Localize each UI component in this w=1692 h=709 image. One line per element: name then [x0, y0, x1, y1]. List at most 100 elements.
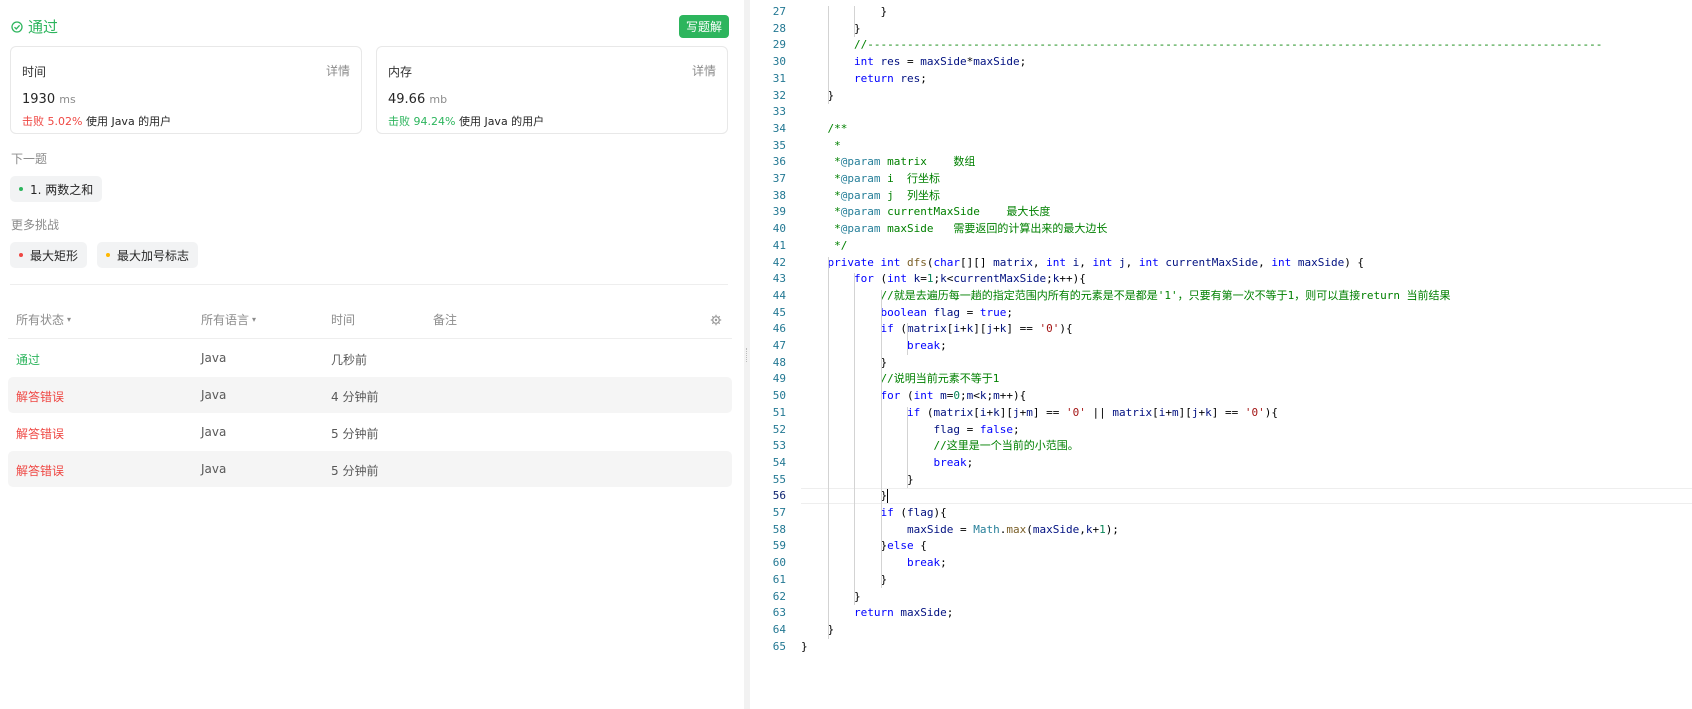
row-time: 4 分钟前 — [331, 390, 379, 404]
code-line[interactable]: boolean flag = true; — [801, 305, 1012, 322]
code-line[interactable]: break; — [801, 338, 947, 355]
chevron-down-icon: ▾ — [252, 315, 257, 324]
more-challenges-label: 更多挑战 — [11, 218, 60, 232]
row-time: 5 分钟前 — [331, 427, 379, 441]
code-line[interactable]: */ — [801, 238, 847, 255]
line-number: 58 — [772, 522, 786, 536]
runtime-title: 时间 — [22, 65, 47, 79]
code-line[interactable]: //--------------------------------------… — [801, 37, 1602, 54]
line-number: 51 — [772, 405, 786, 419]
line-number: 35 — [772, 138, 786, 152]
line-number: 31 — [772, 71, 786, 85]
line-number: 56 — [772, 489, 786, 503]
line-number: 28 — [772, 21, 786, 35]
gear-icon[interactable] — [710, 314, 722, 326]
code-line[interactable]: int res = maxSide*maxSide; — [801, 54, 1026, 71]
code-editor[interactable]: 27 } 28 } 29 //---------------------------… — [750, 0, 1692, 709]
code-line[interactable]: } — [801, 472, 914, 489]
line-number: 59 — [772, 539, 786, 553]
code-line[interactable]: *@param currentMaxSide 最大长度 — [801, 204, 1050, 221]
memory-value: 49.66 mb — [388, 92, 448, 107]
code-line[interactable]: for (int m=0;m<k;m++){ — [801, 388, 1026, 405]
code-line[interactable]: if (flag){ — [801, 505, 946, 522]
next-problem-chip[interactable]: 1. 两数之和 — [10, 176, 103, 202]
code-line[interactable]: //就是去遍历每一趟的指定范围内所有的元素是不是都是'1'，只要有第一次不等于1… — [801, 288, 1450, 305]
code-line[interactable]: } — [801, 639, 808, 656]
code-line[interactable]: return maxSide; — [801, 605, 953, 622]
memory-detail-link[interactable]: 详情 — [692, 62, 716, 79]
line-number: 44 — [772, 288, 786, 302]
code-line[interactable]: *@param maxSide 需要返回的计算出来的最大边长 — [801, 221, 1107, 238]
line-number: 55 — [772, 472, 786, 486]
next-problem-label: 下一题 — [11, 152, 48, 166]
code-line[interactable]: for (int k=1;k<currentMaxSide;k++){ — [801, 271, 1086, 288]
code-line[interactable]: } — [801, 488, 887, 505]
write-solution-button[interactable]: 写题解 — [679, 15, 730, 38]
challenge-chip[interactable]: 最大加号标志 — [97, 242, 199, 268]
runtime-detail-link[interactable]: 详情 — [326, 62, 350, 79]
code-line[interactable]: private int dfs(char[][] matrix, int i, … — [801, 255, 1365, 272]
row-language: Java — [201, 351, 227, 365]
runtime-card: 时间 详情 1930 ms 击败 5.02% 使用 Java 的用户 — [10, 46, 362, 134]
indent-guide — [907, 323, 909, 355]
code-line[interactable]: if (matrix[i+k][j+k] == '0'){ — [801, 321, 1072, 338]
language-filter[interactable]: 所有语言 ▾ — [201, 311, 256, 328]
code-line[interactable]: } — [801, 572, 887, 589]
code-line[interactable]: maxSide = Math.max(maxSide,k+1); — [801, 522, 1119, 539]
status-label: 通过 — [28, 18, 59, 36]
code-line[interactable]: return res; — [801, 71, 927, 88]
dot-icon — [19, 187, 23, 191]
line-number: 57 — [772, 506, 786, 519]
code-line[interactable]: *@param i 行坐标 — [801, 171, 940, 188]
code-line[interactable]: * — [801, 138, 841, 155]
memory-title: 内存 — [388, 65, 413, 79]
code-line[interactable]: } — [801, 88, 834, 105]
dot-icon — [19, 253, 23, 257]
note-header: 备注 — [433, 313, 458, 327]
table-row[interactable]: 解答错误 Java 4 分钟前 — [8, 377, 732, 413]
line-number: 33 — [772, 105, 786, 119]
code-line[interactable]: } — [801, 355, 887, 372]
code-line[interactable]: *@param matrix 数组 — [801, 154, 975, 171]
line-number: 45 — [772, 305, 786, 319]
code-line[interactable]: } — [801, 622, 834, 639]
divider — [10, 284, 728, 285]
line-number: 54 — [772, 455, 786, 469]
code-line[interactable]: break; — [801, 555, 947, 572]
line-number: 62 — [772, 589, 786, 603]
chevron-down-icon: ▾ — [67, 315, 72, 324]
row-language: Java — [201, 388, 227, 402]
line-number: 49 — [772, 372, 786, 386]
table-row[interactable]: 解答错误 Java 5 分钟前 — [8, 414, 732, 450]
code-line[interactable]: } — [801, 589, 861, 606]
row-status[interactable]: 解答错误 — [16, 425, 64, 442]
code-line[interactable]: //这里是一个当前的小范围。 — [801, 438, 1078, 455]
indent-guide — [854, 273, 856, 606]
code-line[interactable]: } — [801, 4, 887, 21]
line-number: 60 — [772, 556, 786, 570]
status-filter[interactable]: 所有状态 ▾ — [16, 311, 71, 328]
indent-guide — [827, 256, 829, 639]
line-number: 36 — [772, 155, 786, 169]
challenge-chip[interactable]: 最大矩形 — [10, 242, 88, 268]
code-line[interactable]: //说明当前元素不等于1 — [801, 371, 999, 388]
code-line[interactable]: }else { — [801, 538, 926, 555]
code-line[interactable]: /** — [801, 121, 847, 138]
indent-guide — [854, 6, 856, 38]
code-line[interactable]: flag = false; — [801, 422, 1019, 439]
memory-beats: 击败 94.24% 使用 Java 的用户 — [388, 115, 545, 128]
memory-card: 内存 详情 49.66 mb 击败 94.24% 使用 Java 的用户 — [376, 46, 728, 134]
line-number: 37 — [772, 172, 786, 185]
row-status[interactable]: 解答错误 — [16, 388, 64, 405]
code-line[interactable]: if (matrix[i+k][j+m] == '0' || matrix[i+… — [801, 405, 1278, 422]
code-line[interactable]: *@param j 列坐标 — [801, 188, 940, 205]
line-number: 64 — [772, 622, 786, 636]
row-status[interactable]: 解答错误 — [16, 462, 64, 479]
line-number: 40 — [772, 222, 786, 236]
row-status[interactable]: 通过 — [16, 351, 40, 368]
submission-status: 通过 — [11, 16, 58, 37]
code-line[interactable]: } — [801, 21, 861, 38]
line-number: 42 — [772, 255, 786, 269]
table-row[interactable]: 通过 Java 几秒前 — [8, 340, 732, 376]
table-row[interactable]: 解答错误 Java 5 分钟前 — [8, 451, 732, 487]
